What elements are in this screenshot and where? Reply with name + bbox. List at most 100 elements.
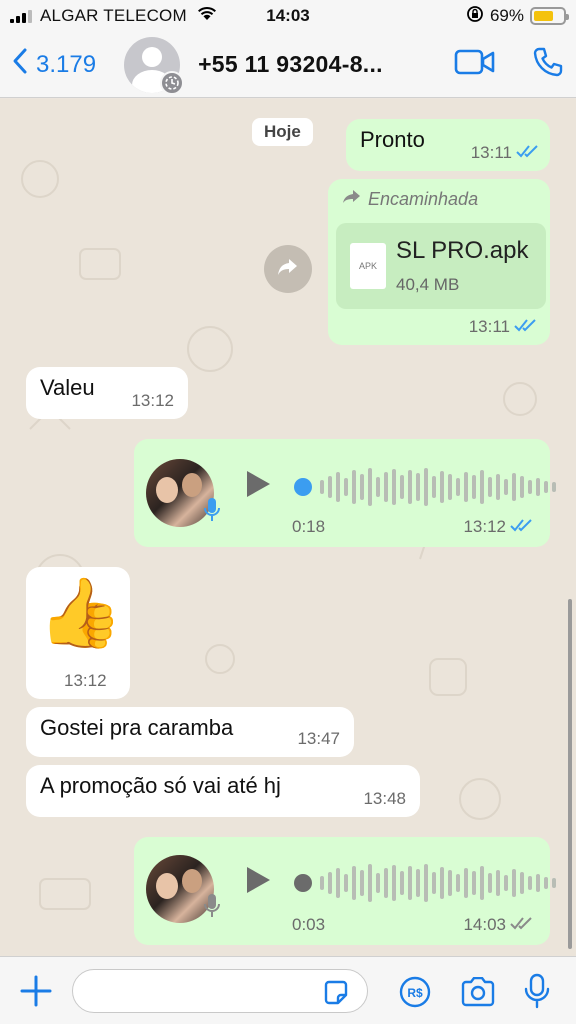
double-check-read-icon [516, 143, 540, 163]
message-time: 13:12 [64, 671, 107, 690]
waveform-bar [528, 876, 532, 890]
message-outgoing-voice[interactable]: 0:18 13:12 [134, 439, 556, 547]
message-time: 13:48 [363, 789, 406, 808]
carrier-name: ALGAR TELECOM [40, 6, 187, 25]
forwarded-text: Encaminhada [368, 189, 479, 209]
waveform-bar [536, 478, 540, 496]
waveform-bar [504, 479, 508, 495]
waveform-bar [344, 874, 348, 892]
battery-icon [530, 7, 569, 25]
microphone-icon[interactable] [524, 973, 550, 1014]
camera-icon[interactable] [460, 976, 496, 1012]
waveform-bar [528, 480, 532, 494]
waveform-bar [360, 474, 364, 500]
waveform-bar [512, 473, 516, 501]
waveform-bar [440, 867, 444, 899]
contact-name[interactable]: +55 11 93204-8... [198, 51, 383, 78]
phone-icon[interactable] [532, 46, 564, 83]
forward-arrow-icon [342, 189, 362, 210]
waveform-bar [544, 481, 548, 493]
waveform-bar [368, 468, 372, 506]
waveform-bar [368, 864, 372, 902]
waveform-bar [504, 875, 508, 891]
waveform-bar [328, 872, 332, 894]
waveform-bar [480, 866, 484, 900]
voice-duration: 0:03 [292, 915, 326, 934]
contact-avatar[interactable] [124, 36, 185, 95]
file-attachment[interactable]: APK SL PRO.apk 40,4 MB [336, 223, 546, 309]
voice-duration: 0:18 [292, 517, 326, 536]
sticker-icon[interactable] [322, 979, 350, 1012]
playback-position-dot[interactable] [294, 478, 312, 496]
waveform-bar [320, 876, 324, 890]
waveform-bar [424, 468, 428, 506]
waveform-bar [408, 866, 412, 900]
message-text: Pronto [360, 127, 425, 152]
video-camera-icon[interactable] [454, 48, 496, 81]
message-incoming-emoji[interactable]: 👍 13:12 [26, 567, 130, 699]
scrollbar[interactable] [568, 599, 572, 949]
waveform-bar [416, 869, 420, 897]
back-button[interactable]: 3.179 [12, 47, 96, 82]
play-icon[interactable] [244, 865, 272, 901]
voice-waveform[interactable] [294, 467, 556, 507]
waveform-bar [456, 874, 460, 892]
microphone-icon [204, 497, 220, 529]
battery-level [534, 11, 554, 21]
disappearing-timer-icon [160, 70, 185, 95]
play-icon[interactable] [244, 469, 272, 505]
waveform-bar [480, 470, 484, 504]
message-incoming[interactable]: Gostei pra caramba 13:47 [26, 707, 354, 757]
waveform-bar [488, 477, 492, 497]
svg-text:R$: R$ [407, 986, 423, 1000]
file-name: SL PRO.apk [396, 237, 529, 264]
waveform-bar [328, 476, 332, 498]
message-time: 13:47 [297, 729, 340, 748]
message-outgoing-voice[interactable]: 0:03 14:03 [134, 837, 556, 945]
waveform-bar [520, 872, 524, 894]
waveform-bar [400, 871, 404, 895]
waveform-bar [456, 478, 460, 496]
waveform-bar [520, 476, 524, 498]
waveform-bar [488, 873, 492, 893]
waveform-bar [408, 470, 412, 504]
forward-button[interactable] [264, 245, 312, 293]
waveform-bar [464, 472, 468, 502]
plus-icon[interactable] [20, 975, 52, 1012]
waveform-bar [320, 480, 324, 494]
message-time: 13:11 [470, 143, 512, 162]
battery-percent: 69% [489, 6, 524, 25]
playback-position-dot[interactable] [294, 874, 312, 892]
waveform-bar [376, 477, 380, 497]
waveform-bar [392, 865, 396, 901]
waveform-bar [552, 878, 556, 888]
message-time: 13:12 [463, 517, 506, 536]
waveform-bar [392, 469, 396, 505]
waveform-bar [432, 872, 436, 894]
orientation-lock-icon [466, 5, 484, 28]
date-separator: Hoje [252, 118, 313, 146]
waveform-bar [424, 864, 428, 902]
waveform-bar [464, 868, 468, 898]
message-incoming[interactable]: A promoção só vai até hj 13:48 [26, 765, 420, 817]
waveform-bar [448, 474, 452, 500]
payment-icon[interactable]: R$ [398, 975, 432, 1014]
waveform-bar [512, 869, 516, 897]
waveform-bar [352, 470, 356, 504]
forwarded-label: Encaminhada [342, 189, 478, 210]
voice-waveform[interactable] [294, 863, 556, 903]
chat-area[interactable]: Hoje Pronto 13:11 Encaminhada APK SL PRO… [0, 99, 576, 956]
double-check-delivered-icon [510, 915, 534, 935]
message-outgoing[interactable]: Pronto 13:11 [346, 119, 550, 171]
message-outgoing-file[interactable]: Encaminhada APK SL PRO.apk 40,4 MB 13:11 [328, 179, 550, 345]
message-text: Gostei pra caramba [40, 715, 234, 740]
waveform-bar [544, 877, 548, 889]
waveform-bar [336, 868, 340, 898]
apk-file-icon: APK [350, 243, 386, 289]
message-incoming[interactable]: Valeu 13:12 [26, 367, 188, 419]
waveform-bar [384, 472, 388, 502]
waveform-bar [400, 475, 404, 499]
double-check-read-icon [514, 317, 538, 337]
chevron-left-icon [12, 47, 28, 82]
waveform-bar [552, 482, 556, 492]
